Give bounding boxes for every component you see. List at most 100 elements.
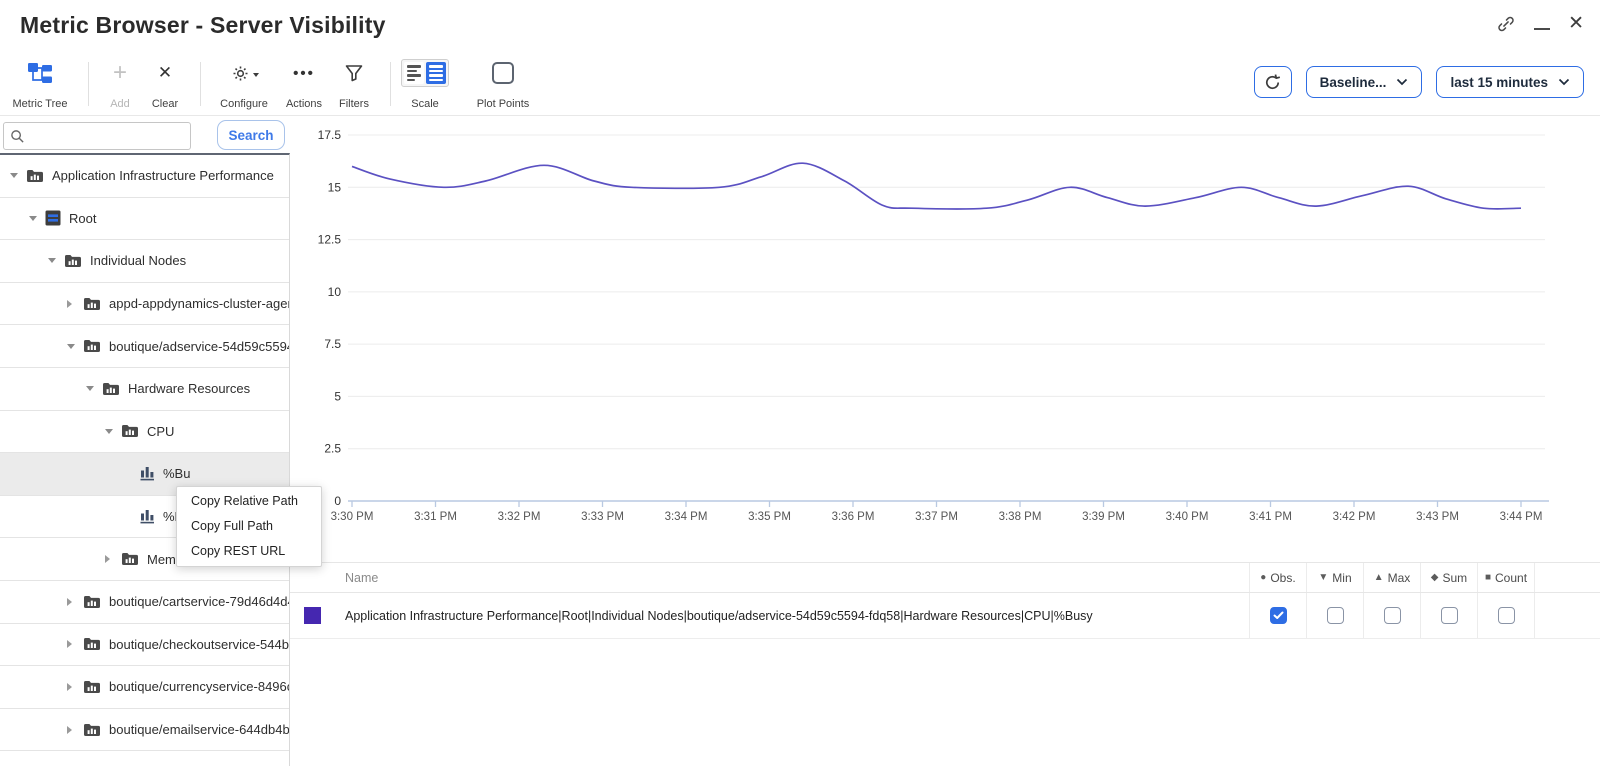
scale-left-segment[interactable]: [404, 62, 424, 84]
clear-button[interactable]: ✕ Clear: [145, 58, 185, 110]
expand-arrow-icon[interactable]: [105, 555, 121, 563]
checkbox-obs[interactable]: [1270, 607, 1287, 624]
line-chart-svg: 02.557.51012.51517.53:30 PM3:31 PM3:32 P…: [289, 118, 1600, 560]
stat-count-icon: ■: [1485, 572, 1491, 583]
metric-tree-button[interactable]: Metric Tree: [13, 58, 67, 110]
x-axis-tick-label: 3:37 PM: [915, 511, 958, 523]
gear-icon: [230, 58, 259, 88]
scale-right-segment[interactable]: [426, 62, 446, 84]
context-menu-item-copy-full-path[interactable]: Copy Full Path: [177, 514, 321, 539]
x-axis-tick-label: 3:39 PM: [1082, 511, 1125, 523]
tree-item-boutique-cartservice-79d46d4d46-9b[interactable]: boutique/cartservice-79d46d4d46-9b: [0, 581, 289, 624]
tree-item-boutique-checkoutservice-544bdf649[interactable]: boutique/checkoutservice-544bdf649: [0, 624, 289, 667]
series-table-row[interactable]: Application Infrastructure Performance|R…: [290, 593, 1600, 639]
collapse-arrow-icon[interactable]: [29, 216, 45, 221]
folder-chart-icon: [83, 595, 101, 609]
y-axis-tick-label: 7.5: [324, 337, 341, 351]
add-button: + Add: [100, 58, 140, 110]
name-column-header: Name: [345, 571, 1249, 585]
chevron-down-icon: [1396, 78, 1408, 86]
plot-points-toggle[interactable]: Plot Points: [466, 58, 540, 110]
context-menu-item-copy-relative-path[interactable]: Copy Relative Path: [177, 489, 321, 514]
metric-browser-window: Metric Browser - Server Visibility ✕ Met: [0, 0, 1600, 766]
baseline-dropdown[interactable]: Baseline...: [1306, 66, 1423, 98]
tree-item-boutique-adservice-54d59c5594-fdq5[interactable]: boutique/adservice-54d59c5594-fdq5: [0, 325, 289, 368]
refresh-icon: [1263, 73, 1282, 92]
y-axis-tick-label: 15: [328, 180, 342, 194]
tree-item-root[interactable]: Root: [0, 198, 289, 241]
stat-column-header-count: ■Count: [1477, 563, 1534, 592]
context-menu: Copy Relative PathCopy Full PathCopy RES…: [176, 486, 322, 567]
metric-bars-icon: [140, 509, 155, 524]
checkbox-min[interactable]: [1327, 607, 1344, 624]
y-axis-tick-label: 10: [328, 285, 342, 299]
folder-chart-icon: [26, 169, 44, 183]
table-spacer: [1534, 593, 1600, 638]
checkbox-sum[interactable]: [1441, 607, 1458, 624]
stat-column-header-min: ▼Min: [1306, 563, 1363, 592]
collapse-arrow-icon[interactable]: [48, 258, 64, 263]
tree-item-label: boutique/emailservice-644db4bdf8-lc: [109, 722, 289, 737]
search-button[interactable]: Search: [217, 120, 285, 150]
expand-arrow-icon[interactable]: [67, 726, 83, 734]
actions-button[interactable]: ••• Actions: [282, 58, 326, 110]
scale-toggle-icon: [401, 58, 449, 88]
x-axis-tick-label: 3:40 PM: [1166, 511, 1209, 523]
expand-arrow-icon[interactable]: [67, 598, 83, 606]
toolbar-divider: [0, 115, 1600, 116]
collapse-arrow-icon[interactable]: [105, 429, 121, 434]
x-axis-tick-label: 3:42 PM: [1333, 511, 1376, 523]
root-node-icon: [45, 210, 61, 226]
tree-item-appd-appdynamics-cluster-agent-app[interactable]: appd-appdynamics-cluster-agent-app: [0, 283, 289, 326]
folder-chart-icon: [83, 339, 101, 353]
tree-item-label: boutique/cartservice-79d46d4d46-9b: [109, 594, 289, 609]
ellipsis-icon: •••: [293, 58, 315, 88]
collapse-arrow-icon[interactable]: [67, 344, 83, 349]
tree-item-hardware-resources[interactable]: Hardware Resources: [0, 368, 289, 411]
series-name: Application Infrastructure Performance|R…: [345, 609, 1249, 623]
minimize-icon[interactable]: [1534, 18, 1550, 31]
toolbar-separator: [88, 62, 89, 106]
x-axis-tick-label: 3:33 PM: [581, 511, 624, 523]
scale-toggle[interactable]: Scale: [399, 58, 451, 110]
collapse-arrow-icon[interactable]: [10, 173, 26, 178]
tree-item-application-infrastructure-performance[interactable]: Application Infrastructure Performance: [0, 155, 289, 198]
filters-button[interactable]: Filters: [332, 58, 376, 110]
tree-item-boutique-currencyservice-8496cb5c7[interactable]: boutique/currencyservice-8496cb5c7: [0, 666, 289, 709]
folder-chart-icon: [83, 680, 101, 694]
stat-obs-icon: ●: [1260, 572, 1266, 583]
tree-item-label: Root: [69, 211, 96, 226]
close-icon[interactable]: ✕: [1568, 14, 1584, 34]
checkbox-count[interactable]: [1498, 607, 1515, 624]
tree-item-label: boutique/adservice-54d59c5594-fdq5: [109, 339, 289, 354]
metric-chart: 02.557.51012.51517.53:30 PM3:31 PM3:32 P…: [289, 118, 1600, 560]
folder-chart-icon: [83, 723, 101, 737]
link-icon[interactable]: [1496, 14, 1516, 34]
checkbox-max[interactable]: [1384, 607, 1401, 624]
expand-arrow-icon[interactable]: [67, 640, 83, 648]
collapse-arrow-icon[interactable]: [86, 386, 102, 391]
x-axis-tick-label: 3:38 PM: [999, 511, 1042, 523]
tree-item-cpu[interactable]: CPU: [0, 411, 289, 454]
x-axis-tick-label: 3:44 PM: [1500, 511, 1543, 523]
configure-button[interactable]: Configure: [214, 58, 274, 110]
tree-item-boutique-emailservice-644db4bdf8-lc[interactable]: boutique/emailservice-644db4bdf8-lc: [0, 709, 289, 752]
tree-item-label: boutique/currencyservice-8496cb5c7: [109, 679, 289, 694]
expand-arrow-icon[interactable]: [67, 300, 83, 308]
time-range-dropdown[interactable]: last 15 minutes: [1436, 66, 1584, 98]
tree-item-label: boutique/checkoutservice-544bdf649: [109, 637, 289, 652]
search-input-box[interactable]: [3, 122, 191, 150]
context-menu-item-copy-rest-url[interactable]: Copy REST URL: [177, 539, 321, 564]
search-input[interactable]: [25, 129, 175, 144]
tree-item-individual-nodes[interactable]: Individual Nodes: [0, 240, 289, 283]
stat-min-icon: ▼: [1318, 572, 1328, 583]
refresh-button[interactable]: [1254, 66, 1292, 98]
y-axis-tick-label: 17.5: [318, 128, 342, 142]
caret-down-icon: [253, 73, 259, 77]
x-axis-tick-label: 3:35 PM: [748, 511, 791, 523]
folder-chart-icon: [102, 382, 120, 396]
expand-arrow-icon[interactable]: [67, 683, 83, 691]
toolbar-right-controls: Baseline... last 15 minutes: [1254, 66, 1584, 98]
checkbox-icon[interactable]: [492, 62, 514, 84]
metric-bars-icon: [140, 466, 155, 481]
